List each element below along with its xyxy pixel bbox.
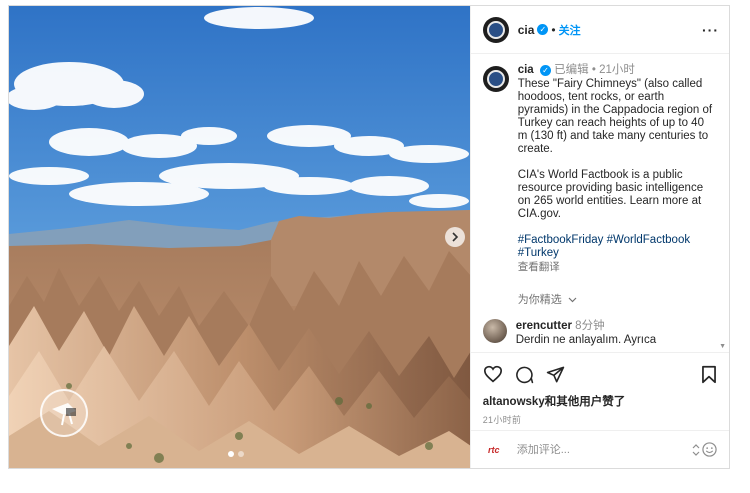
comments-list[interactable]: cia ✓ 已编辑 • 21小时 These "Fairy Chimneys" … [471,54,729,352]
carousel-dots [228,451,244,457]
save-button[interactable] [701,365,717,384]
caption-text: These "Fairy Chimneys" (also called hood… [517,78,713,220]
edited-label: 已编辑 [554,64,589,76]
carousel-dot [228,451,234,457]
author-username[interactable]: cia [518,23,535,37]
commenter-logo-icon: rtc [487,444,500,455]
like-button[interactable] [483,365,503,383]
post-photo[interactable] [9,6,470,468]
watermark-logo [40,389,88,437]
liker-username[interactable]: altanowsky [483,396,545,408]
verified-badge-icon: ✓ [539,65,551,76]
post-timestamp: 21小时前 [482,415,522,425]
more-options-button[interactable]: ··· [702,22,719,38]
heart-icon [483,365,502,383]
emoji-icon [702,442,717,457]
caption-username[interactable]: cia [518,64,534,76]
chevron-right-icon [452,232,459,242]
comment-body: erencutter 8分钟 Derdin ne anlayalım. Ayrı… [516,319,656,347]
header-separator: • [551,22,556,37]
avatar[interactable] [482,66,509,92]
avatar[interactable] [482,16,509,43]
see-translation-link[interactable]: 查看翻译 [518,261,714,274]
chevron-down-icon [568,297,577,303]
hashtags[interactable]: #FactbookFriday #WorldFactbook #Turkey [518,234,714,260]
next-photo-button[interactable] [445,227,465,247]
caption: cia ✓ 已编辑 • 21小时 These "Fairy Chimneys" … [482,64,717,274]
camera-watermark-icon [52,403,76,426]
post-dialog: cia ✓ • 关注 ··· cia ✓ 已编辑 • 21小时 These "F… [8,5,730,469]
follow-button[interactable]: 关注 [559,22,581,38]
action-bar [483,363,717,385]
cia-seal-icon [486,70,505,88]
likes-summary: altanowsky和其他用户赞了 [483,393,717,409]
sort-arrows-icon [692,443,700,456]
verified-badge-icon: ✓ [537,24,549,35]
post-actions-area: altanowsky和其他用户赞了 21小时前 [470,352,729,439]
emoji-picker[interactable] [692,442,717,457]
avatar[interactable] [482,319,507,343]
comment-input[interactable] [516,443,667,456]
comment-button[interactable] [515,365,534,384]
comment-username[interactable]: erencutter [516,320,572,332]
caption-separator: • [591,64,596,76]
comment-text: Derdin ne anlayalım. Ayrıca [515,334,657,346]
add-comment-bar: rtc [470,430,729,468]
caption-header: cia ✓ 已编辑 • 21小时 [518,64,714,77]
carousel-dot [238,451,244,457]
paper-plane-icon [546,366,564,382]
scroll-down-icon[interactable]: ▼ [719,343,726,350]
post-side-panel: cia ✓ • 关注 ··· cia ✓ 已编辑 • 21小时 These "F… [469,6,729,468]
caption-time[interactable]: 21小时 [599,64,635,76]
for-you-label: 为你精选 [517,294,562,306]
post-header: cia ✓ • 关注 ··· [470,6,729,54]
caption-body: cia ✓ 已编辑 • 21小时 These "Fairy Chimneys" … [518,64,714,274]
comment-item: erencutter 8分钟 Derdin ne anlayalım. Ayrı… [482,319,717,347]
comment-icon [515,366,533,383]
for-you-toggle[interactable]: 为你精选 [518,291,717,307]
share-button[interactable] [546,365,565,384]
cia-seal-icon [486,20,505,39]
likes-others[interactable]: 和其他用户赞了 [545,396,626,408]
bookmark-icon [702,365,716,383]
comment-time: 8分钟 [575,320,605,332]
